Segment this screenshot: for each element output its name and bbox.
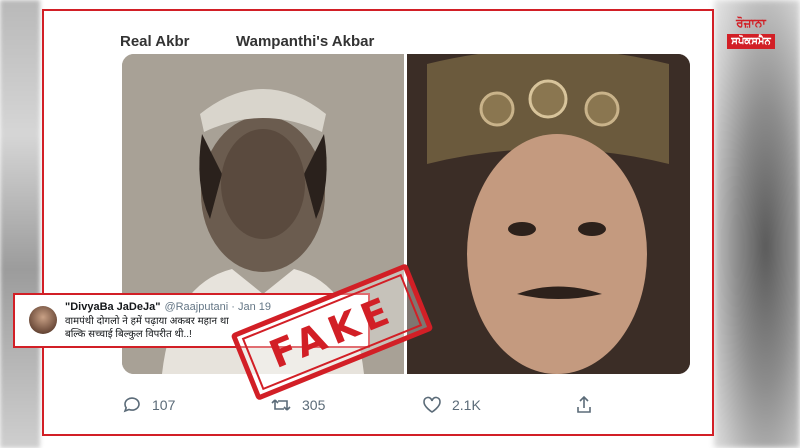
tweet-author-handle: @Raajputani · Jan 19 <box>164 301 271 313</box>
heart-icon <box>422 395 442 415</box>
retweet-icon <box>270 395 292 415</box>
fact-check-graphic: Real Akbr Wampanthi's Akbar 107 305 2.1K… <box>0 0 800 448</box>
avatar <box>29 306 57 334</box>
like-count: 2.1K <box>452 397 481 413</box>
real-akbar-label: Real Akbr <box>120 33 190 50</box>
tweet-screenshot-frame: Real Akbr Wampanthi's Akbar 107 305 2.1K <box>42 9 714 436</box>
reply-count: 107 <box>152 397 176 413</box>
like-action[interactable]: 2.1K <box>422 395 481 415</box>
reply-action[interactable]: 107 <box>122 395 175 415</box>
tweet-author-name: "DivyaBa JaDeJa" <box>65 301 161 313</box>
blurred-background-left <box>0 0 40 448</box>
logo-line-1: ਰੋਜ਼ਾਨਾ <box>736 16 766 30</box>
share-action[interactable] <box>574 395 594 415</box>
fake-akbar-label: Wampanthi's Akbar <box>236 33 375 50</box>
actor-portrait-image <box>407 54 690 374</box>
share-icon <box>574 395 594 415</box>
blurred-background-right <box>714 0 800 448</box>
retweet-count: 305 <box>302 397 326 413</box>
publisher-logo: ਰੋਜ਼ਾਨਾ ਸਪੋਕਸਮੈਨ <box>706 16 796 66</box>
reply-icon <box>122 395 142 415</box>
retweet-action[interactable]: 305 <box>270 395 325 415</box>
logo-line-2: ਸਪੋਕਸਮੈਨ <box>727 34 775 49</box>
